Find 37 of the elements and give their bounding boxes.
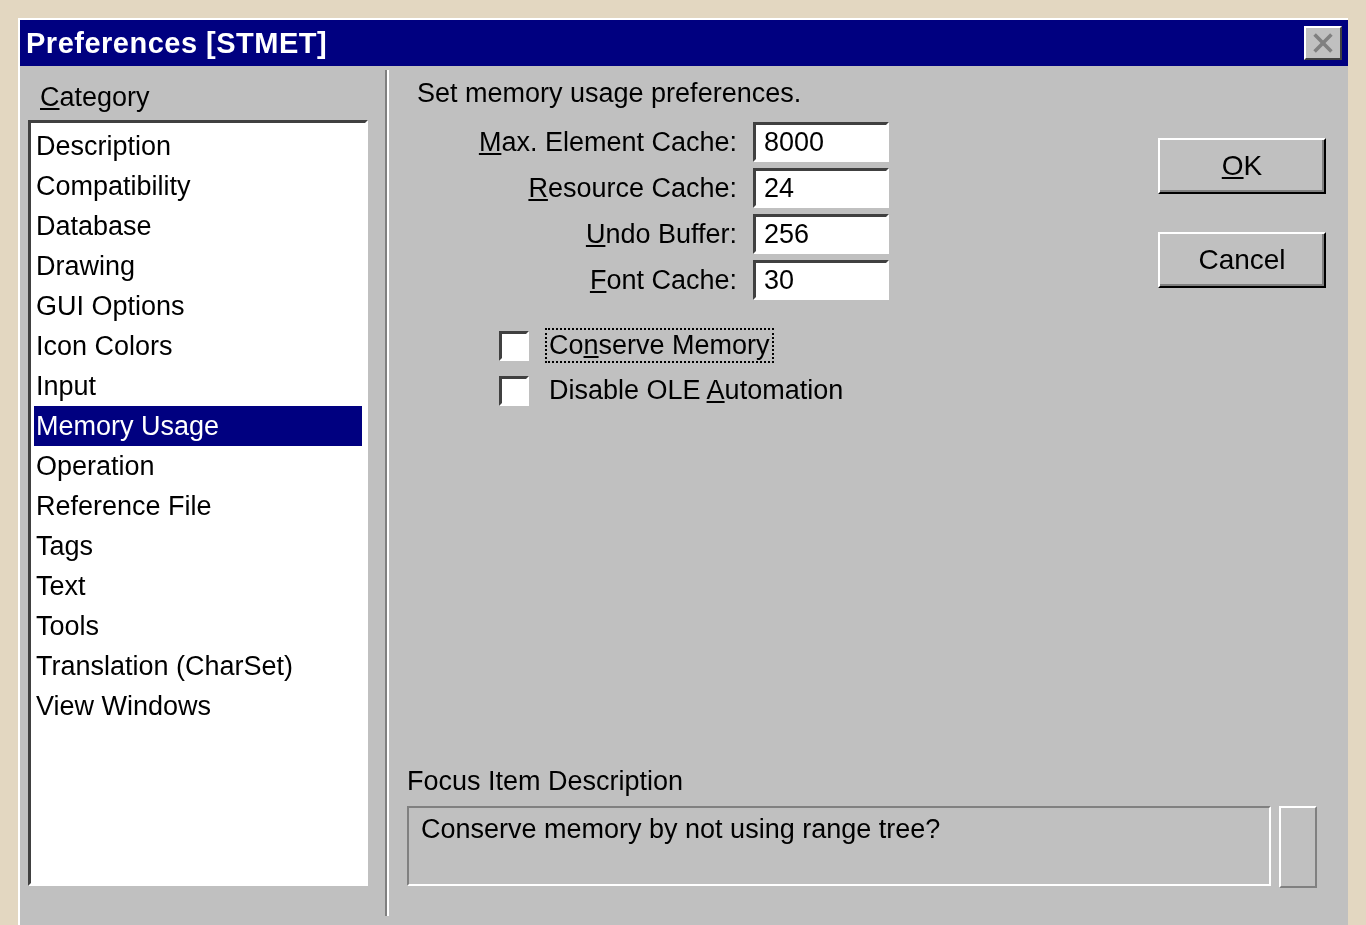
category-item[interactable]: GUI Options	[34, 286, 362, 326]
field-label: Font Cache:	[588, 264, 737, 296]
checkbox[interactable]	[499, 330, 529, 361]
field-label: Resource Cache:	[527, 172, 737, 204]
category-item[interactable]: Translation (CharSet)	[34, 646, 362, 686]
category-label: Category	[40, 82, 151, 114]
category-item[interactable]: Tags	[34, 526, 362, 566]
field-label: Max. Element Cache:	[477, 126, 737, 158]
category-item[interactable]: Input	[34, 366, 362, 406]
ok-button[interactable]: OK	[1158, 138, 1326, 194]
category-item[interactable]: Drawing	[34, 246, 362, 286]
description-text: Conserve memory by not using range tree?	[421, 814, 941, 844]
category-item[interactable]: Compatibility	[34, 166, 362, 206]
checkbox-label[interactable]: Conserve Memory	[545, 328, 774, 363]
category-item[interactable]: Reference File	[34, 486, 362, 526]
window-title: Preferences [STMET]	[26, 26, 328, 60]
input-field[interactable]: 24	[753, 168, 889, 208]
checkbox[interactable]	[499, 375, 529, 406]
input-field[interactable]: 8000	[753, 122, 889, 162]
intro-text: Set memory usage preferences.	[417, 78, 803, 110]
category-item[interactable]: Icon Colors	[34, 326, 362, 366]
field-label: Undo Buffer:	[584, 218, 737, 250]
description-label: Focus Item Description	[407, 766, 685, 798]
category-item[interactable]: Tools	[34, 606, 362, 646]
category-item[interactable]: Text	[34, 566, 362, 606]
category-item[interactable]: Description	[34, 126, 362, 166]
close-icon	[1311, 32, 1335, 54]
category-item[interactable]: Operation	[34, 446, 362, 486]
input-field[interactable]: 30	[753, 260, 889, 300]
category-list[interactable]: Description Compatibility Database Drawing GUI Options Icon Colors Input Memory Usage Operation Reference File Tags Text Tools Translation (CharSet) View Windows	[28, 120, 368, 886]
checkbox-label[interactable]: Disable OLE Automation	[545, 373, 848, 408]
close-button[interactable]	[1304, 26, 1342, 60]
cancel-button[interactable]: Cancel	[1158, 232, 1326, 288]
category-item[interactable]: Database	[34, 206, 362, 246]
category-item[interactable]: Memory Usage	[34, 406, 362, 446]
category-item[interactable]: View Windows	[34, 686, 362, 726]
input-field[interactable]: 256	[753, 214, 889, 254]
